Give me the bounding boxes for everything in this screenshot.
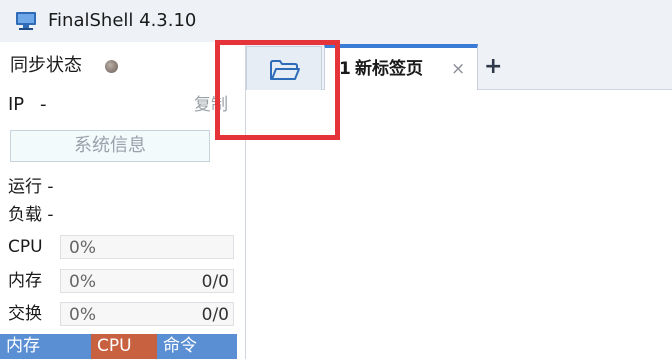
system-info-button[interactable]: 系统信息 (10, 130, 210, 162)
memory-percent: 0% (69, 272, 96, 292)
swap-percent: 0% (69, 305, 96, 325)
cpu-meter: 0% (60, 235, 234, 259)
cpu-percent: 0% (69, 238, 96, 258)
tab-new-session[interactable]: 1 新标签页 × (324, 44, 478, 90)
process-sort-tabs: 内存 CPU 命令 (0, 334, 237, 359)
folder-open-icon (270, 60, 300, 80)
tab-number: 1 (339, 59, 351, 79)
open-folder-button[interactable] (246, 46, 322, 90)
title-bar: FinalShell 4.3.10 (0, 0, 672, 42)
add-tab-icon[interactable]: + (484, 56, 502, 78)
run-status: 运行 - (8, 177, 54, 197)
cpu-label: CPU (8, 237, 43, 257)
swap-value: 0/0 (201, 305, 229, 325)
tab-cpu[interactable]: CPU (91, 334, 157, 359)
finalshell-app-icon (16, 12, 36, 30)
tab-title: 新标签页 (355, 59, 423, 79)
app-title: FinalShell 4.3.10 (48, 10, 197, 31)
memory-value: 0/0 (201, 272, 229, 292)
session-tab-bar: 1 新标签页 × + (246, 42, 672, 90)
tab-memory[interactable]: 内存 (0, 334, 91, 359)
tab-command[interactable]: 命令 (157, 334, 237, 359)
sync-status-indicator-icon (105, 60, 118, 73)
load-status: 负载 - (8, 205, 54, 225)
close-tab-icon[interactable]: × (451, 58, 465, 80)
ip-value: - (40, 94, 47, 115)
main-content-area (246, 90, 672, 359)
memory-meter: 0% 0/0 (60, 269, 234, 293)
swap-label: 交换 (8, 304, 42, 324)
ip-label: IP (8, 94, 25, 115)
copy-ip-button[interactable]: 复制 (194, 94, 228, 116)
sidebar: 同步状态 IP - 复制 系统信息 运行 - 负载 - CPU 0% 内存 0%… (0, 42, 246, 359)
memory-label: 内存 (8, 271, 42, 291)
swap-meter: 0% 0/0 (60, 302, 234, 326)
sync-status-label: 同步状态 (10, 55, 82, 76)
